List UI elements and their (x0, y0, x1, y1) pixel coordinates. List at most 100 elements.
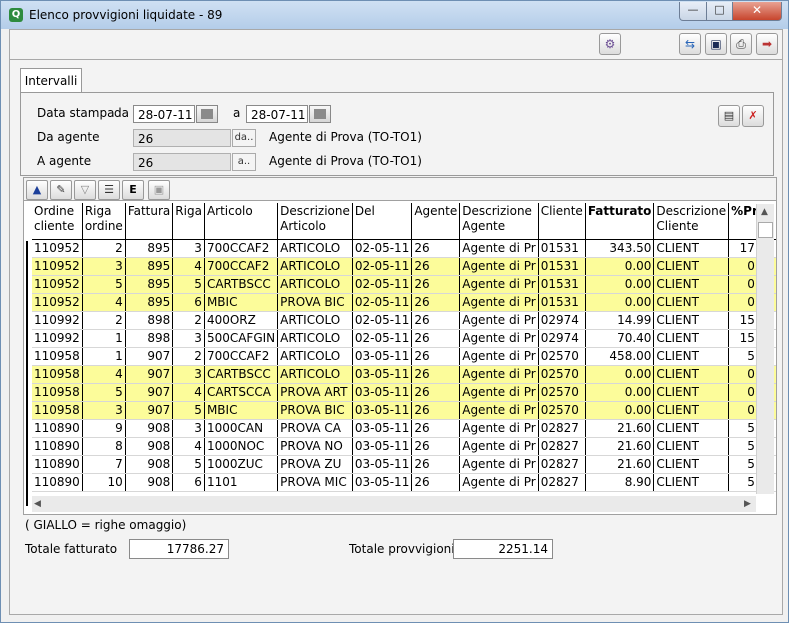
table-cell: 400ORZ (204, 311, 279, 330)
document-icon[interactable]: ▤ (718, 105, 740, 127)
column-header[interactable]: Cliente (538, 203, 586, 240)
tab-intervalli[interactable]: Intervalli (20, 68, 82, 93)
table-cell: 1.08 (776, 456, 777, 474)
calendar-icon[interactable] (196, 105, 218, 123)
maximize-button[interactable]: □ (706, 2, 733, 21)
select-icon[interactable]: ✎ (50, 180, 72, 200)
export-icon[interactable]: E (122, 180, 144, 200)
refresh-icon[interactable]: ⇆ (679, 33, 701, 55)
table-cell: 03-05-11 (352, 401, 413, 420)
da-agente-lookup-button[interactable]: da.. (232, 129, 256, 147)
print-icon[interactable]: ⎙ (730, 33, 752, 55)
scroll-left-icon[interactable]: ◀ (34, 499, 41, 509)
table-row[interactable]: 110958 4 907 3 CARTBSCC ARTICOLO 03-05-11 26 Age… (32, 365, 776, 384)
close-button[interactable]: ✕ (732, 2, 782, 21)
table-cell: 26 (411, 239, 461, 258)
scrollbar-thumb[interactable] (758, 222, 773, 238)
a-agente-lookup-button[interactable]: a.. (232, 153, 256, 171)
table-cell: CLIENT (653, 365, 730, 384)
minimize-button[interactable]: — (679, 2, 707, 21)
table-cell: Agente di Pr (459, 473, 539, 492)
table-cell: 02-05-11 (352, 275, 413, 294)
table-row[interactable]: 110958 5 907 4 CARTSCCA PROVA ART 03-05-11 26 Ag… (32, 383, 777, 402)
filter-icon[interactable]: ▽ (74, 180, 96, 200)
column-header[interactable]: Descrizione Articolo (277, 203, 353, 240)
table-cell: 907 (125, 383, 174, 402)
column-header[interactable]: Fattura (125, 203, 174, 240)
table-cell: 1101 (204, 473, 279, 492)
table-row[interactable]: 110958 1 907 2 700CCAF2 ARTICOLO 03-05-11 26 Age… (32, 347, 776, 366)
table-cell: 6 (172, 293, 205, 312)
scroll-right-icon[interactable]: ▶ (744, 499, 751, 509)
table-row[interactable]: 110952 2 895 3 700CCAF2 ARTICOLO 02-05-11 26 Age… (32, 239, 776, 258)
table-cell: 26 (411, 419, 461, 438)
columns-icon[interactable]: ☰ (98, 180, 120, 200)
table-cell: CLIENT (653, 383, 730, 402)
horizontal-scrollbar[interactable]: ◀ ▶ (32, 496, 756, 512)
table-cell: 908 (125, 437, 174, 456)
table-row[interactable]: 110890 7 908 5 1000ZUC PROVA ZU 03-05-11 26 Agen… (32, 455, 777, 474)
table-cell: 4 (172, 257, 205, 276)
table-cell: 26 (411, 401, 461, 420)
date-to-field[interactable]: 28-07-11 (246, 105, 308, 123)
a-agente-field[interactable]: 26 (133, 153, 231, 171)
data-stampa-label: Data stampa (37, 106, 115, 120)
table-cell: 02-05-11 (352, 293, 413, 312)
table-cell: 02570 (538, 365, 586, 384)
scroll-up-icon[interactable]: ▲ (761, 207, 768, 217)
column-header[interactable]: Ordine cliente (32, 203, 83, 240)
table-cell: 70.40 (585, 329, 655, 348)
table-cell: 10.56 (776, 330, 777, 348)
column-header[interactable]: Agente (411, 203, 461, 240)
table-cell: 01531 (538, 293, 586, 312)
column-header[interactable]: Fatturato (585, 203, 655, 240)
column-header[interactable]: Valore provv. (776, 203, 777, 240)
table-row[interactable]: 110890 10 908 6 1101 PROVA MIC 03-05-11 26 Agent… (32, 473, 776, 492)
table-cell: 03-05-11 (352, 365, 413, 384)
erase-icon[interactable]: ✗ (742, 105, 764, 127)
table-cell: 110992 (32, 329, 83, 348)
table-row[interactable]: 110952 5 895 5 CARTBSCC ARTICOLO 02-05-11 26 Age… (32, 275, 776, 294)
table-cell: 02-05-11 (352, 311, 413, 330)
calendar-icon[interactable] (309, 105, 331, 123)
table-row[interactable]: 110952 4 895 6 MBIC PROVA BIC 02-05-11 26 Agente… (32, 293, 776, 312)
table-cell: 908 (125, 473, 174, 492)
table-row[interactable]: 110890 8 908 4 1000NOC PROVA NO 03-05-11 26 Agen… (32, 437, 776, 456)
table-row[interactable]: 110992 2 898 2 400ORZ ARTICOLO 02-05-11 26 Agent… (32, 311, 776, 330)
settings-icon[interactable]: ⚙ (599, 33, 621, 55)
table-row[interactable]: 110958 3 907 5 MBIC PROVA BIC 03-05-11 26 Agente… (32, 401, 776, 420)
column-header[interactable]: Riga ordine (82, 203, 126, 240)
table-row[interactable]: 110952 3 895 4 700CCAF2 ARTICOLO 02-05-11 26 Age… (32, 257, 776, 276)
a-agente-description: Agente di Prova (TO-TO1) (269, 154, 422, 168)
status-bar (9, 562, 783, 615)
table-cell: 5 (172, 275, 205, 294)
table-cell: MBIC (204, 401, 279, 420)
table-cell: 3 (82, 257, 126, 276)
table-cell: 0.00 (585, 293, 655, 312)
column-header[interactable]: Descrizione Cliente (653, 203, 730, 240)
table-cell: 4 (82, 293, 126, 312)
table-row[interactable]: 110890 9 908 3 1000CAN PROVA CA 03-05-11 26 Agen… (32, 419, 776, 438)
table-cell: ARTICOLO (277, 275, 353, 294)
exit-icon[interactable]: ➡ (756, 33, 778, 55)
da-agente-field[interactable]: 26 (133, 129, 231, 147)
column-header[interactable]: Del (352, 203, 413, 240)
table-cell: 4 (172, 437, 205, 456)
data-grid: Ordine cliente Riga ordine Fattura Riga Arti… (23, 200, 777, 515)
vertical-scrollbar[interactable]: ▲ (756, 204, 774, 494)
table-cell: 0.00 (776, 384, 777, 402)
sort-up-icon[interactable]: ▲ (26, 180, 48, 200)
table-cell: 01531 (538, 257, 586, 276)
save-icon[interactable]: ▣ (705, 33, 727, 55)
column-header[interactable]: Descrizione Agente (459, 203, 539, 240)
table-cell: 3 (172, 239, 205, 258)
table-cell: 1 (82, 347, 126, 366)
table-cell: 110890 (32, 419, 83, 438)
column-header[interactable]: Articolo (204, 203, 279, 240)
lock-icon[interactable]: ▣ (148, 180, 170, 200)
table-cell: 3 (172, 365, 205, 384)
date-from-field[interactable]: 28-07-11 (133, 105, 195, 123)
table-cell: 110890 (32, 473, 83, 492)
table-row[interactable]: 110992 1 898 3 500CAFGIN ARTICOLO 02-05-11 26 Ag… (32, 329, 777, 348)
column-header[interactable]: Riga (172, 203, 205, 240)
